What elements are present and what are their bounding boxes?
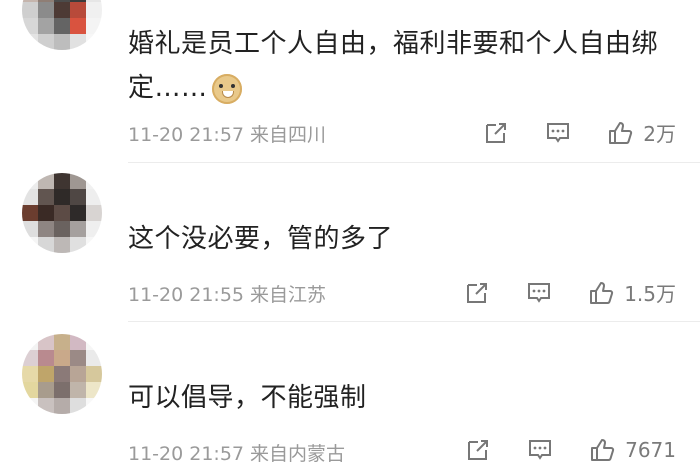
comment-text-line: 婚礼是员工个人自由，福利非要和个人自由绑	[128, 29, 659, 59]
like-button[interactable]: 2万	[607, 118, 676, 147]
comment-meta: 11-20 21:57 来自内蒙古	[128, 443, 346, 465]
comment-text: 可以倡导，不能强制	[128, 383, 367, 413]
like-count: 7671	[625, 438, 676, 462]
like-button[interactable]: 1.5万	[588, 278, 676, 307]
doge-emoji-icon	[211, 73, 242, 104]
comment-bubble-icon[interactable]	[545, 120, 571, 146]
avatar[interactable]	[22, 173, 102, 253]
comment-text: 婚礼是员工个人自由，福利非要和个人自由绑 定……	[128, 22, 680, 110]
share-forward-icon[interactable]	[465, 437, 491, 463]
comment-item: 婚礼是员工个人自由，福利非要和个人自由绑 定…… 11-20 21:57 来自四…	[0, 0, 700, 163]
share-forward-icon[interactable]	[464, 280, 490, 306]
thumbs-up-icon	[607, 120, 633, 146]
comment-text-line: 定……	[128, 66, 680, 110]
thumbs-up-icon	[589, 437, 615, 463]
avatar[interactable]	[22, 334, 102, 414]
share-forward-icon[interactable]	[483, 120, 509, 146]
avatar[interactable]	[22, 0, 102, 50]
comment-text: 这个没必要，管的多了	[128, 224, 394, 254]
thumbs-up-icon	[588, 280, 614, 306]
like-button[interactable]: 7671	[589, 437, 676, 463]
like-count: 2万	[643, 122, 676, 146]
comment-bubble-icon[interactable]	[526, 280, 552, 306]
comment-meta: 11-20 21:57 来自四川	[128, 124, 327, 146]
like-count: 1.5万	[624, 282, 676, 306]
comment-item: 这个没必要，管的多了 11-20 21:55 来自江苏 1.5万	[0, 163, 700, 322]
comment-item: 可以倡导，不能强制 11-20 21:57 来自内蒙古 7671	[0, 322, 700, 471]
comment-meta: 11-20 21:55 来自江苏	[128, 284, 327, 306]
comment-bubble-icon[interactable]	[527, 437, 553, 463]
